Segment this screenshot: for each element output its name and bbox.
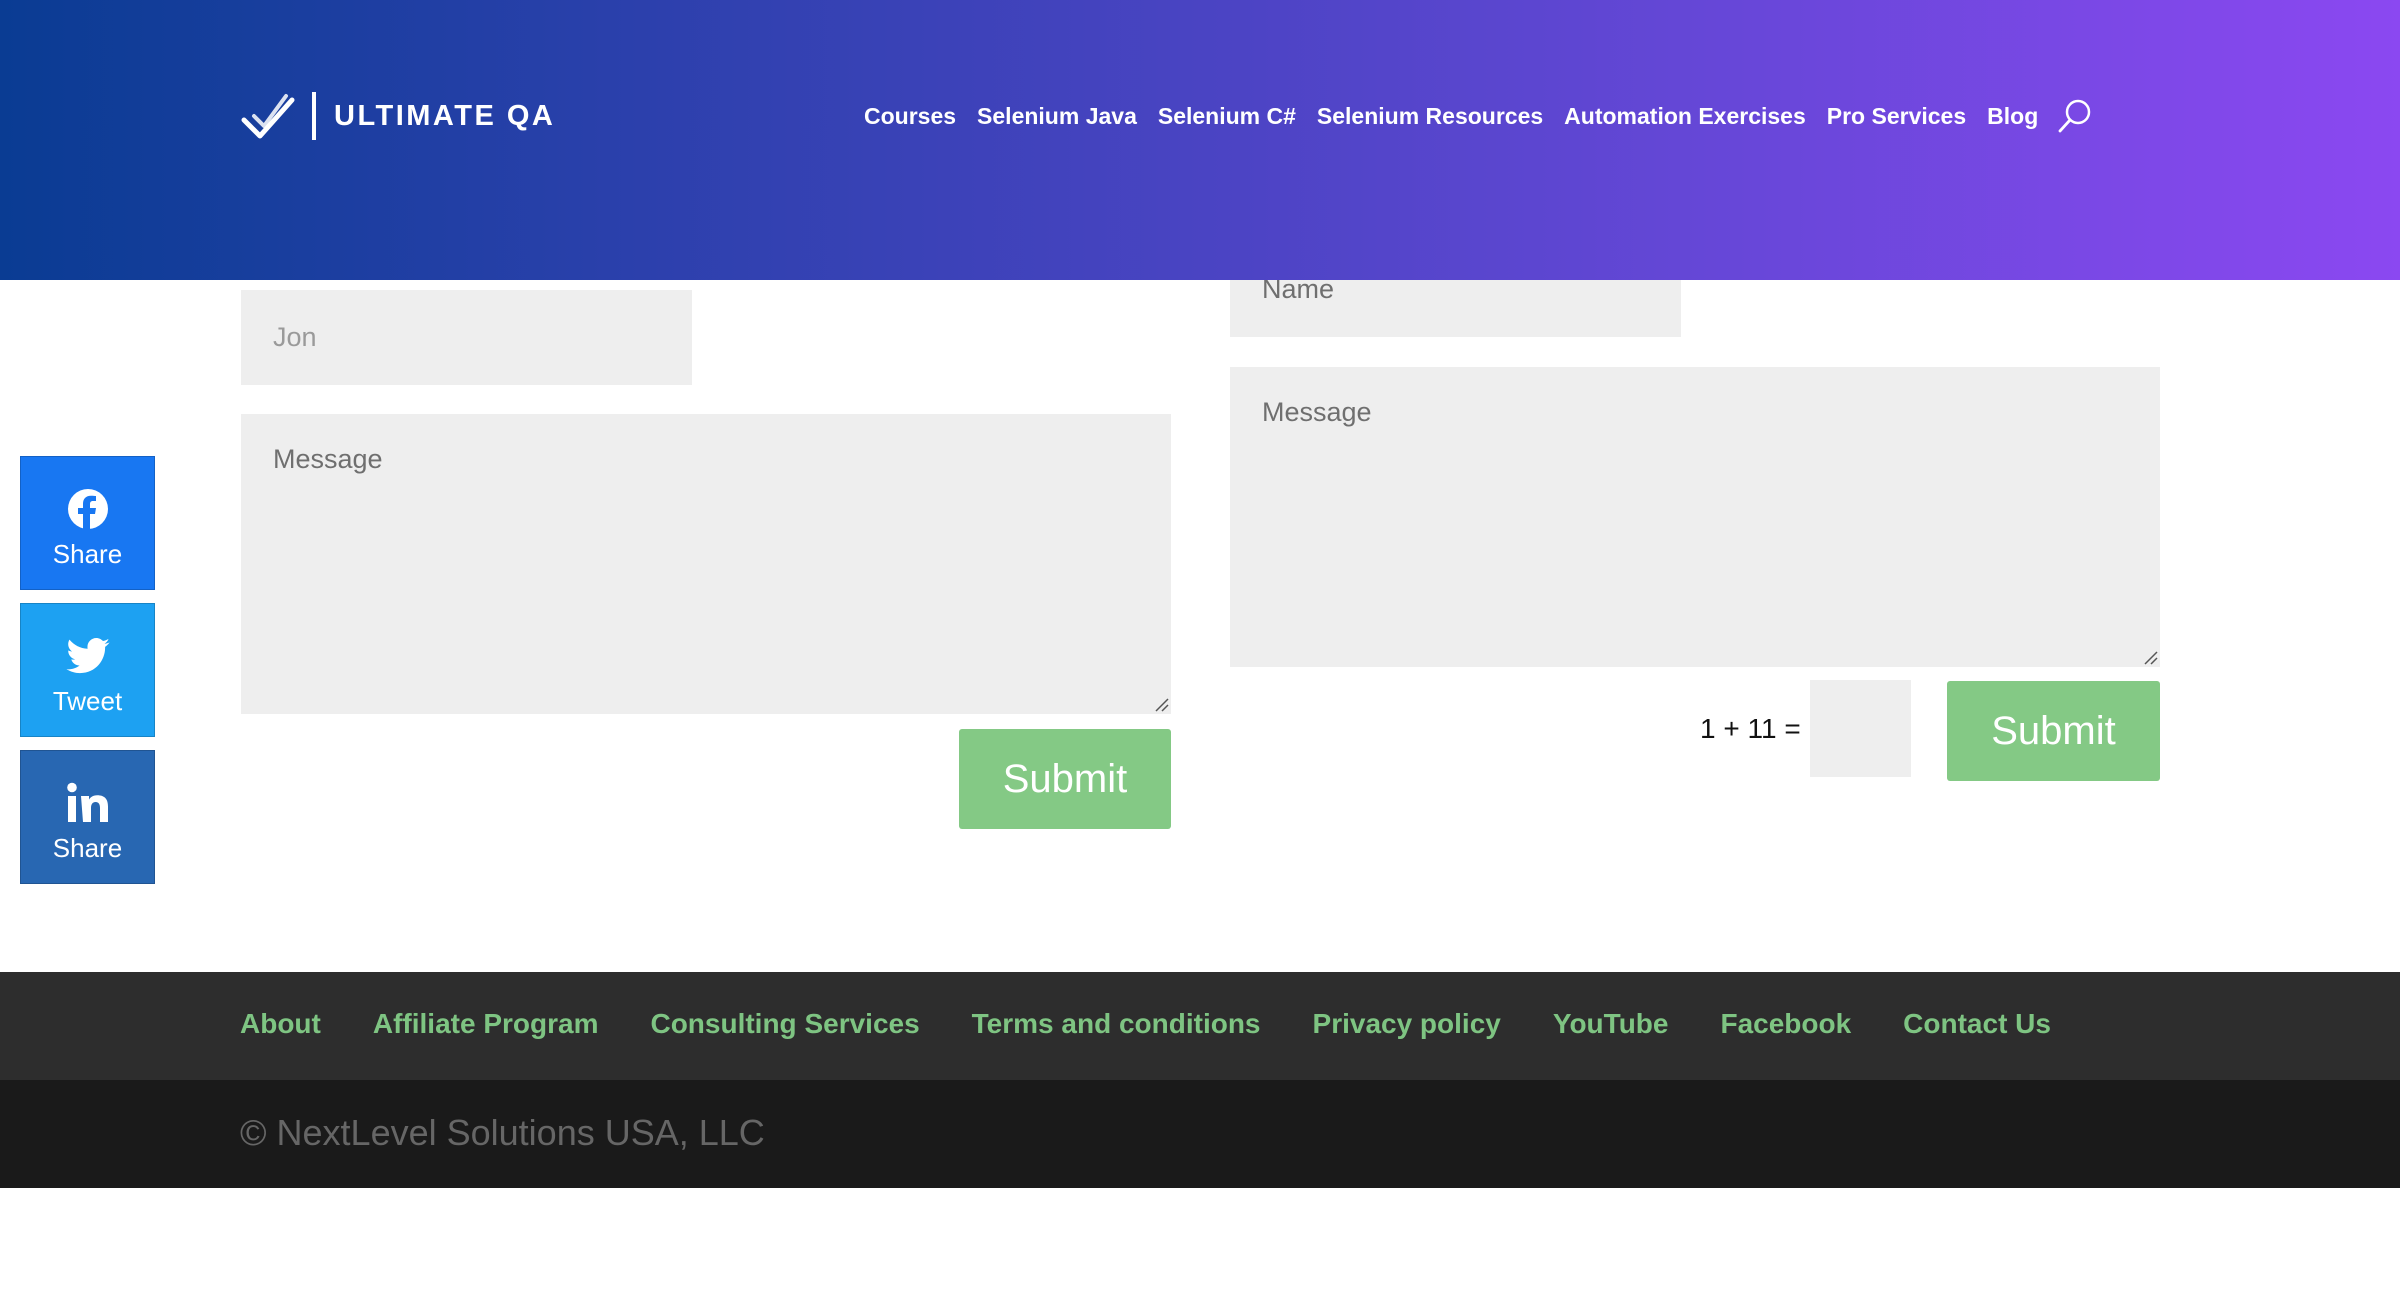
main-nav: Courses Selenium Java Selenium C# Seleni… <box>864 96 2094 136</box>
footer-nav: About Affiliate Program Consulting Servi… <box>0 972 2400 1080</box>
right-message-placeholder: Message <box>1262 397 1372 427</box>
nav-selenium-java[interactable]: Selenium Java <box>977 103 1137 130</box>
right-name-input[interactable]: Name <box>1230 270 1681 337</box>
linkedin-share-button[interactable]: Share <box>20 750 155 884</box>
nav-automation-exercises[interactable]: Automation Exercises <box>1564 103 1806 130</box>
captcha-question: 1 + 11 = <box>1700 713 1801 744</box>
nav-blog[interactable]: Blog <box>1987 103 2038 130</box>
left-message-placeholder: Message <box>273 444 383 474</box>
footer-link-contact-us[interactable]: Contact Us <box>1903 1008 2051 1040</box>
search-icon[interactable] <box>2056 97 2094 135</box>
twitter-bird-icon <box>65 638 110 674</box>
footer-link-privacy-policy[interactable]: Privacy policy <box>1313 1008 1501 1040</box>
resize-grip-icon[interactable] <box>2142 649 2158 665</box>
footer-links: About Affiliate Program Consulting Servi… <box>240 1008 2103 1040</box>
right-message-textarea[interactable]: Message <box>1230 367 2160 667</box>
right-submit-button[interactable]: Submit <box>1947 681 2160 781</box>
captcha-answer-input[interactable] <box>1810 680 1911 777</box>
footer-bottom-bar: © NextLevel Solutions USA, LLC <box>0 1080 2400 1188</box>
footer-link-affiliate-program[interactable]: Affiliate Program <box>373 1008 599 1040</box>
left-message-textarea[interactable]: Message <box>241 414 1171 714</box>
footer-link-about[interactable]: About <box>240 1008 321 1040</box>
linkedin-icon <box>66 782 108 822</box>
left-name-input[interactable]: Jon <box>241 290 692 385</box>
footer-link-youtube[interactable]: YouTube <box>1553 1008 1669 1040</box>
resize-grip-icon[interactable] <box>1153 696 1169 712</box>
site-header: ULTIMATE QA Courses Selenium Java Seleni… <box>0 0 2400 280</box>
footer-link-facebook[interactable]: Facebook <box>1720 1008 1851 1040</box>
nav-courses[interactable]: Courses <box>864 103 956 130</box>
nav-selenium-csharp[interactable]: Selenium C# <box>1158 103 1296 130</box>
left-submit-button[interactable]: Submit <box>959 729 1171 829</box>
nav-selenium-resources[interactable]: Selenium Resources <box>1317 103 1543 130</box>
copyright-text: © NextLevel Solutions USA, LLC <box>240 1112 765 1153</box>
twitter-share-label: Tweet <box>52 686 123 716</box>
checkmark-logo-icon <box>241 94 295 139</box>
facebook-share-label: Share <box>52 539 123 569</box>
footer-link-terms[interactable]: Terms and conditions <box>972 1008 1261 1040</box>
logo-divider <box>312 92 316 140</box>
site-logo[interactable]: ULTIMATE QA <box>240 88 555 144</box>
footer-link-consulting-services[interactable]: Consulting Services <box>650 1008 919 1040</box>
twitter-share-button[interactable]: Tweet <box>20 603 155 737</box>
linkedin-share-label: Share <box>52 833 123 863</box>
facebook-share-button[interactable]: Share <box>20 456 155 590</box>
logo-text: ULTIMATE QA <box>334 99 556 132</box>
nav-pro-services[interactable]: Pro Services <box>1827 103 1966 130</box>
left-name-value: Jon <box>273 322 317 352</box>
facebook-icon <box>67 489 108 529</box>
